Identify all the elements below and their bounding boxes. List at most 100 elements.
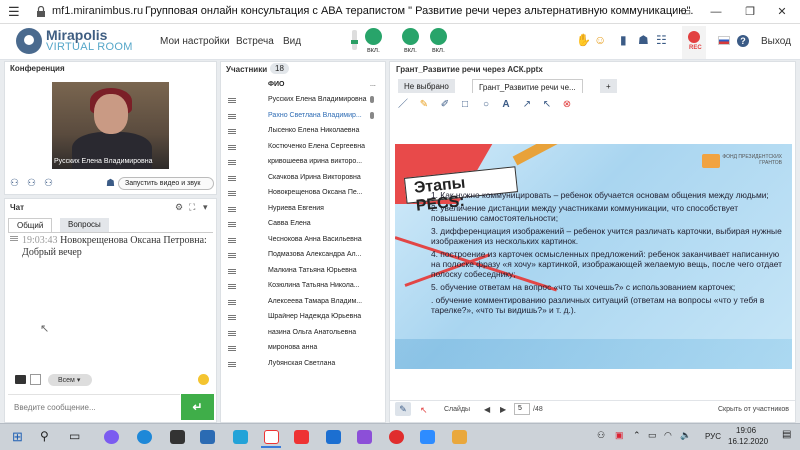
drag-handle-icon[interactable] [228,206,236,208]
drag-handle-icon[interactable] [228,129,236,130]
drag-handle-icon[interactable] [228,361,236,363]
drag-handle-icon[interactable] [228,237,236,239]
word-icon[interactable] [326,430,341,444]
participants-more-icon[interactable]: ... [370,81,376,88]
send-message-button[interactable]: ↵ [181,394,214,420]
close-icon[interactable]: ✕ [772,3,792,21]
folder-icon[interactable] [452,430,467,444]
participant-row[interactable]: Чеснокова Анна Васильевна [222,233,384,248]
participant-row[interactable]: Подмазова Александра Ал... [222,248,384,263]
explorer-icon[interactable] [170,430,185,444]
windows-start-icon[interactable]: ⊞ [12,429,23,445]
participant-row[interactable]: Шрайнер Надежда Юрьевна [222,310,384,325]
menu-meeting[interactable]: Встреча [236,36,274,47]
pen-tool-icon[interactable]: ／ [397,99,409,111]
app-l-icon[interactable] [233,430,248,444]
network-icon[interactable]: ☷ [656,33,667,47]
drag-handle-icon[interactable] [228,144,236,146]
participant-row[interactable]: кривошеева ирина викторо... [222,155,384,170]
conference-users-icon[interactable]: ⚇ [10,178,19,189]
slides-label[interactable]: Слайды [444,406,470,413]
highlighter-tool-icon[interactable]: ✐ [439,99,451,111]
bookmark-icon[interactable]: ▭ [676,3,696,21]
participant-row[interactable]: Савва Елена [222,217,384,232]
help-icon[interactable]: ? [737,35,749,47]
participant-mic-icon[interactable] [370,111,374,119]
marker-tool-icon[interactable]: ✎ [418,99,430,111]
participant-row[interactable]: Малкина Татьяна Юрьевна [222,264,384,279]
volume-icon[interactable]: 🔈 [680,430,691,441]
notifications-icon[interactable]: ▤ [782,429,791,440]
drag-handle-icon[interactable] [228,98,236,99]
conference-layout-icon[interactable]: ⚇ [27,178,36,189]
drag-handle-icon[interactable] [228,222,236,223]
volume-slider-handle[interactable] [351,40,358,44]
next-slide-icon[interactable]: ▶ [500,405,506,414]
ellipse-tool-icon[interactable]: ○ [480,99,492,111]
chat-format-icon[interactable] [30,374,41,385]
battery-icon[interactable]: ▭ [648,430,657,441]
drag-handle-icon[interactable] [228,315,236,316]
tray-app-icon[interactable]: ▣ [615,430,624,441]
yandex-browser-icon[interactable] [264,430,279,444]
camera-toggle-button[interactable] [402,28,419,45]
drag-handle-icon[interactable] [228,268,236,270]
yandex-icon[interactable] [294,430,309,444]
clock-date[interactable]: 16.12.2020 [728,437,768,446]
pointer-tool-icon[interactable]: ↖ [541,99,553,111]
drag-handle-icon[interactable] [228,160,236,161]
chat-input[interactable]: Введите сообщение... [8,394,180,420]
rectangle-tool-icon[interactable]: □ [459,99,471,111]
drag-handle-icon[interactable] [228,113,236,115]
participant-row[interactable]: Скачкова Ирина Викторовна [222,171,384,186]
tab-not-selected[interactable]: Не выбрано [398,79,455,93]
chat-tab-questions[interactable]: Вопросы [60,218,109,232]
restore-icon[interactable]: ❐ [740,3,760,21]
participant-row[interactable]: миронова анна [222,341,384,356]
start-video-button[interactable]: Запустить видео и звук [118,177,214,190]
drag-handle-icon[interactable] [228,346,236,347]
clear-tool-icon[interactable]: ⊗ [561,99,573,111]
tab-presentation[interactable]: Грант_Развитие речи че... [472,79,583,93]
participant-row[interactable]: Козюлина Татьяна Никола... [222,279,384,294]
network-tray-icon[interactable]: ◠ [664,430,672,441]
clock-time[interactable]: 19:06 [736,426,756,435]
column-header-name[interactable]: ФИО [268,81,284,88]
alice-icon[interactable] [104,430,119,444]
chat-expand-icon[interactable]: ⛶ [189,202,195,213]
chat-collapse-icon[interactable]: ▾ [203,202,208,213]
drag-handle-icon[interactable] [228,299,236,301]
drag-handle-icon[interactable] [228,253,236,254]
emoji-picker-icon[interactable] [198,374,209,385]
exit-button[interactable]: Выход [761,36,791,47]
participant-row[interactable]: Нуриева Евгения [222,202,384,217]
speaker-toggle-button[interactable] [430,28,447,45]
tray-expand-icon[interactable]: ⌃ [633,430,641,441]
menu-my-settings[interactable]: Мои настройки [160,36,230,47]
raise-hand-icon[interactable]: ✋ [576,33,591,47]
participant-row[interactable]: Алексеева Тамара Владим... [222,295,384,310]
chat-settings-icon[interactable]: ⚙ [175,202,183,213]
participant-row[interactable]: назина Ольга Анатольевна [222,326,384,341]
presentation-slide[interactable]: ФОНД ПРЕЗИДЕНТСКИХ ГРАНТОВ Этапы PECS: 1… [395,144,792,369]
opera-icon[interactable] [389,430,404,444]
participant-row[interactable]: Русских Елена Владимировна [222,93,384,108]
mic-toggle-button[interactable] [365,28,382,45]
drag-handle-icon[interactable] [228,175,236,177]
drag-handle-icon[interactable] [228,191,236,192]
chat-tab-general[interactable]: Общий [8,218,53,232]
hide-from-participants-button[interactable]: Скрыть от участников [718,406,789,413]
chat-color-icon[interactable] [15,375,26,384]
participant-row[interactable]: Новокрещенова Оксана Пе... [222,186,384,201]
address-url[interactable]: mf1.miranimbus.ru [52,5,143,17]
prev-slide-icon[interactable]: ◀ [484,405,490,414]
edge-icon[interactable] [137,430,152,444]
laser-pointer-icon[interactable]: ↖ [420,405,428,416]
store-icon[interactable] [200,430,215,444]
participant-row[interactable]: Лубянская Светлана [222,357,384,372]
add-tab-button[interactable]: + [600,79,617,93]
annotate-pen-icon[interactable]: ✎ [395,402,411,416]
participant-row[interactable]: Лысенко Елена Николаевна [222,124,384,139]
users-icon[interactable]: ☗ [638,33,649,47]
zoom-icon[interactable] [420,430,435,444]
